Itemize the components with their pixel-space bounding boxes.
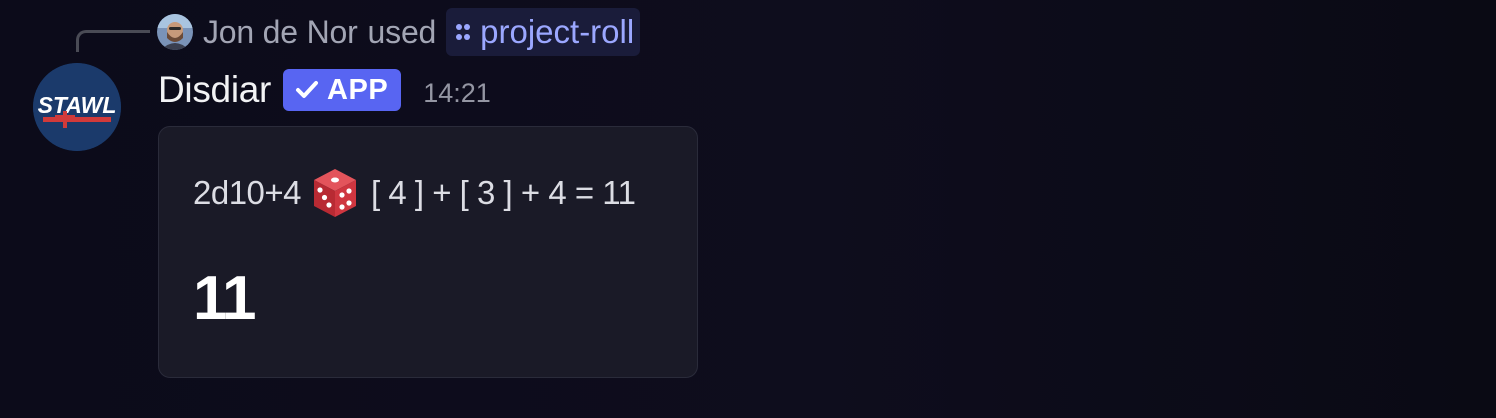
command-mention[interactable]: project-roll: [446, 8, 641, 56]
app-command-icon: [456, 24, 471, 40]
reply-verb: used: [367, 13, 437, 50]
avatar-logo-text: STAWL: [38, 92, 117, 118]
roll-breakdown: [ 4 ] + [ 3 ] + 4 = 11: [371, 174, 636, 211]
command-name: project-roll: [480, 13, 635, 50]
bot-avatar[interactable]: STAWL: [33, 63, 121, 151]
reply-username[interactable]: Jon de Nor: [203, 14, 358, 51]
roll-line: 2d10+4 [ 4 ] + [ 3 ] + 4 = 11: [193, 167, 636, 219]
message-header: Disdiar APP 14:21: [158, 68, 491, 112]
verified-check-icon: [296, 81, 319, 98]
command-reply-header: Jon de Nor used project-roll: [157, 8, 641, 56]
app-badge: APP: [283, 69, 402, 111]
reply-connector: [76, 30, 150, 52]
user-avatar-icon[interactable]: [157, 14, 193, 50]
roll-total: 11: [193, 264, 257, 333]
author-name[interactable]: Disdiar: [158, 69, 271, 111]
roll-result-embed: 2d10+4 [ 4 ] + [ 3 ] + 4 = 11 11: [158, 126, 698, 378]
message-timestamp[interactable]: 14:21: [423, 78, 491, 109]
app-badge-label: APP: [327, 73, 389, 106]
stawl-logo-icon: STAWL: [33, 63, 121, 151]
red-die-icon: [314, 169, 357, 217]
roll-formula: 2d10+4: [193, 174, 302, 211]
